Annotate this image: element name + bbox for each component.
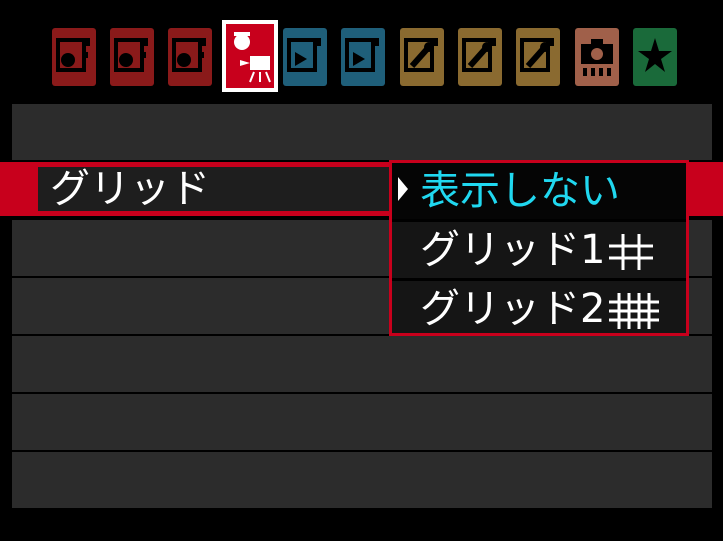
camera-movie-icon (226, 24, 274, 88)
menu-row-empty-6[interactable] (12, 452, 712, 508)
star-icon (638, 38, 672, 72)
setup-tab-3[interactable] (516, 28, 560, 86)
custom-functions-tab[interactable] (575, 28, 619, 86)
grid-options-dropdown: 表示しない グリッド1 グリッド2 (389, 160, 689, 336)
menu-row-empty-5[interactable] (12, 394, 712, 450)
live-view-movie-tab[interactable] (222, 20, 278, 92)
camera-function-icon (581, 39, 613, 76)
shooting-tab-1[interactable] (52, 28, 96, 86)
camera-page-icon (114, 38, 148, 72)
menu-item-label: グリッド (50, 166, 210, 212)
shooting-tab-3[interactable] (168, 28, 212, 86)
menu-row-empty-1[interactable] (12, 104, 712, 160)
camera-page-icon (56, 38, 90, 72)
selection-cursor-icon (398, 177, 408, 201)
option-grid-2[interactable]: グリッド2 (392, 281, 686, 337)
grid-2-icon (609, 293, 660, 329)
playback-page-icon (345, 38, 379, 72)
menu-tab-bar (0, 0, 723, 100)
grid-1-icon (609, 234, 654, 270)
shooting-tab-2[interactable] (110, 28, 154, 86)
option-label: 表示しない (420, 168, 620, 214)
setup-tab-1[interactable] (400, 28, 444, 86)
wrench-page-icon (462, 38, 496, 72)
playback-page-icon (287, 38, 321, 72)
option-label: グリッド2 (420, 283, 660, 335)
wrench-page-icon (404, 38, 438, 72)
playback-tab-2[interactable] (341, 28, 385, 86)
playback-tab-1[interactable] (283, 28, 327, 86)
option-hide[interactable]: 表示しない (392, 163, 686, 219)
option-label: グリッド1 (420, 224, 654, 276)
setup-tab-2[interactable] (458, 28, 502, 86)
camera-page-icon (172, 38, 206, 72)
menu-row-empty-4[interactable] (12, 336, 712, 392)
option-grid-1[interactable]: グリッド1 (392, 222, 686, 278)
wrench-page-icon (520, 38, 554, 72)
my-menu-tab[interactable] (633, 28, 677, 86)
